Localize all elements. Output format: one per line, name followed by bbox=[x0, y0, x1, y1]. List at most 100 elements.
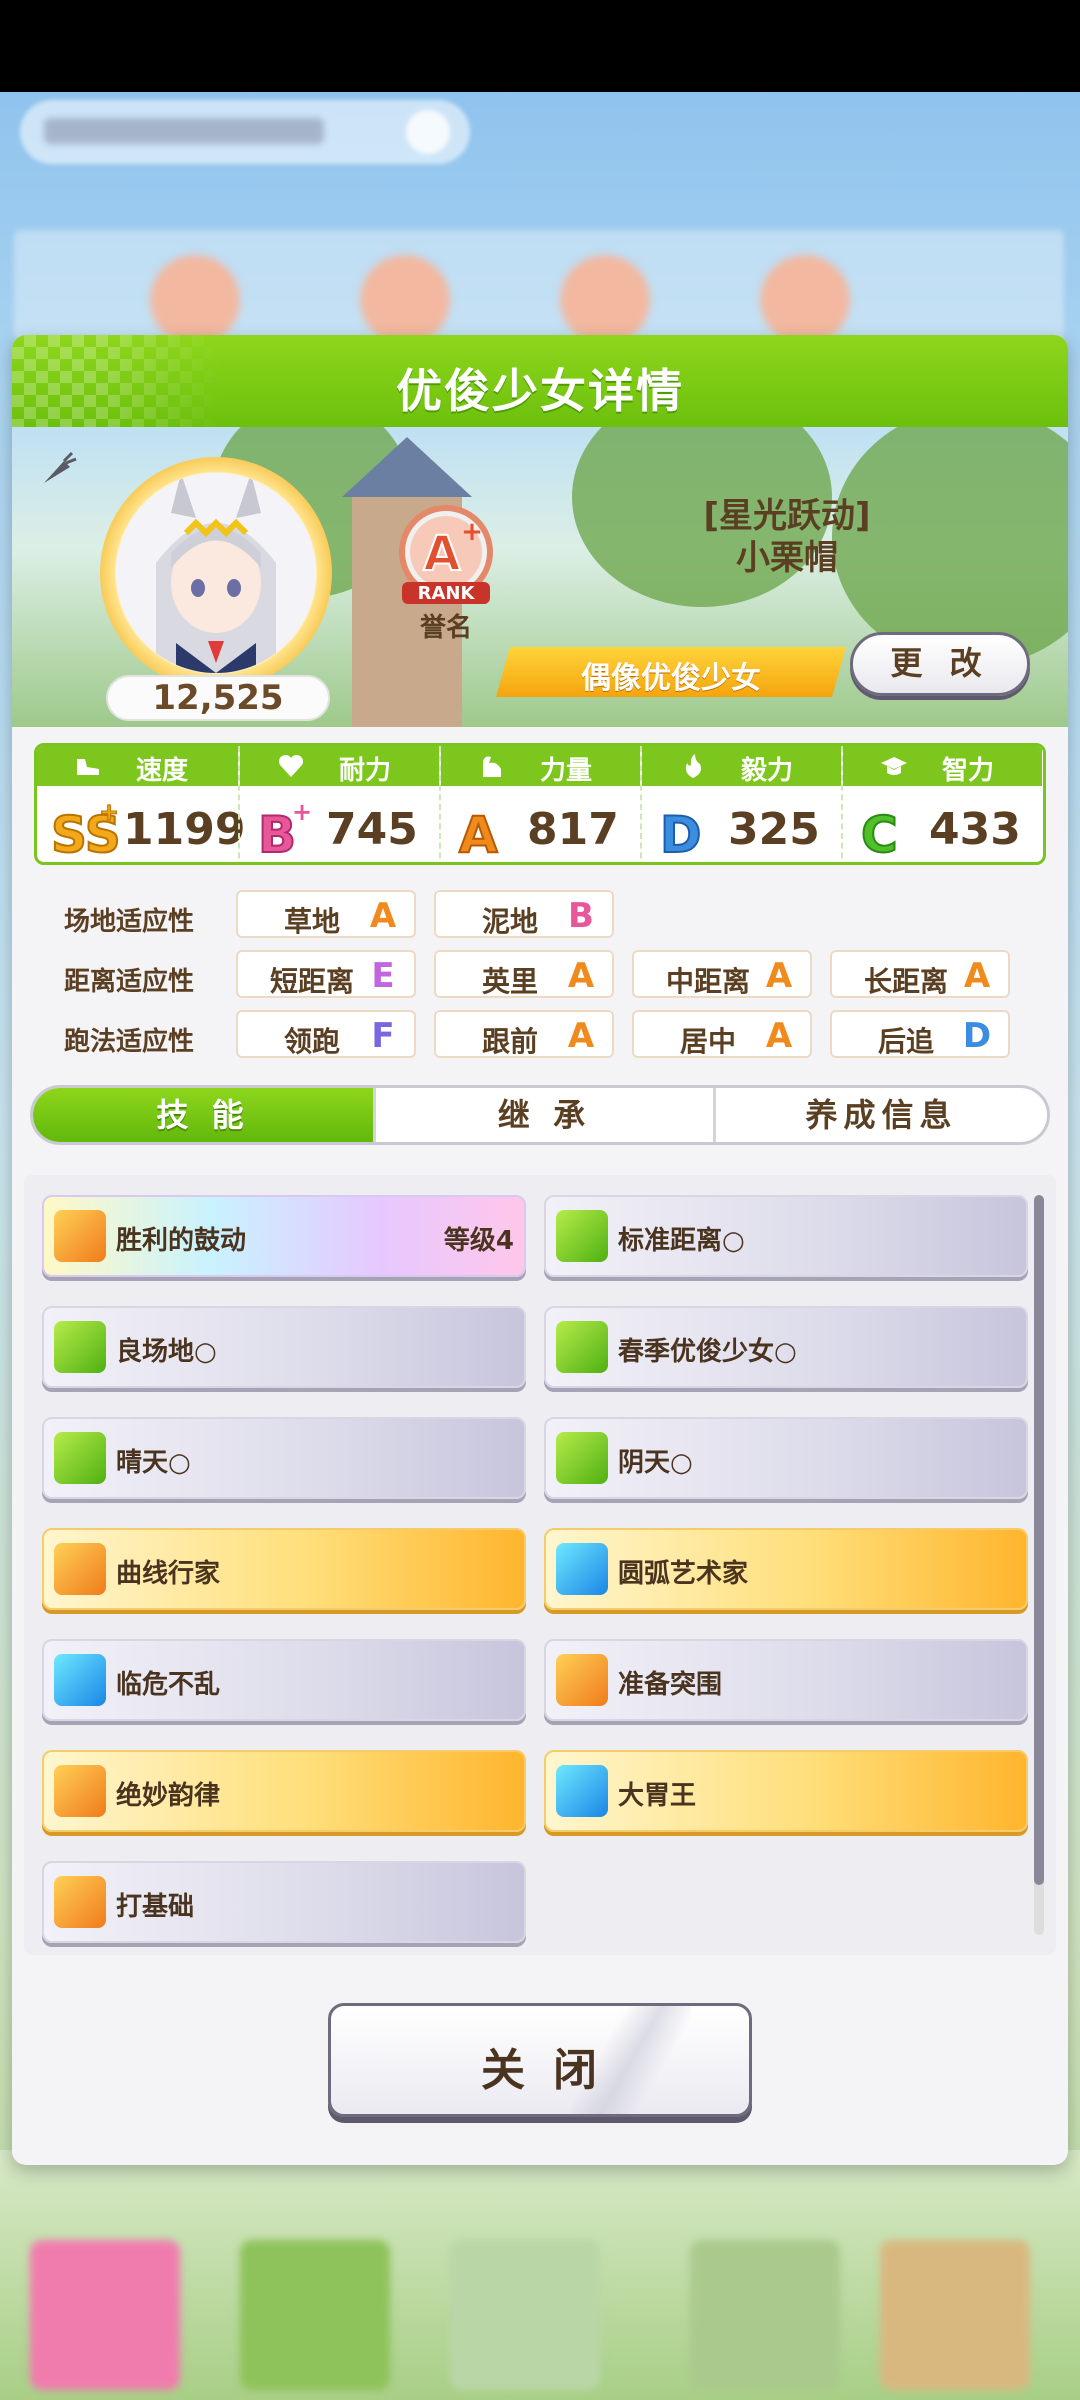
background-nav-item bbox=[450, 2240, 600, 2390]
skill-item[interactable]: 标准距离○ bbox=[544, 1195, 1028, 1277]
runner-icon bbox=[54, 1876, 106, 1928]
background-avatar bbox=[760, 255, 850, 345]
skill-item[interactable]: 胜利的鼓动 等级4 bbox=[42, 1195, 526, 1277]
skill-name: 良场地○ bbox=[116, 1337, 217, 1367]
skill-item[interactable]: 圆弧艺术家 bbox=[544, 1528, 1028, 1610]
sparkle-icon bbox=[556, 1543, 608, 1595]
graduation-cap-icon bbox=[881, 757, 907, 775]
skill-item[interactable]: 准备突围 bbox=[544, 1639, 1028, 1721]
tab-inheritance[interactable]: 继 承 bbox=[373, 1088, 713, 1142]
runner-icon bbox=[54, 1210, 106, 1262]
aptitude-pace-chaser: 跟前 A bbox=[434, 1010, 614, 1058]
skill-item[interactable]: 阴天○ bbox=[544, 1417, 1028, 1499]
aptitude-grade: D bbox=[962, 1016, 992, 1056]
grade-a-icon: A bbox=[458, 805, 499, 860]
aptitude-grade: B bbox=[568, 896, 594, 936]
background-nav-item bbox=[30, 2240, 180, 2390]
detail-tabs: 技 能 继 承 养成信息 bbox=[30, 1085, 1050, 1145]
aptitude-turf: 草地 A bbox=[236, 890, 416, 938]
close-button-label: 关闭 bbox=[481, 2045, 625, 2096]
stat-value: 817 bbox=[527, 804, 619, 855]
svg-text:D: D bbox=[660, 806, 702, 860]
close-button[interactable]: 关闭 bbox=[328, 2003, 752, 2117]
skill-item[interactable]: 绝妙韵律 bbox=[42, 1750, 526, 1832]
aptitude-grade: E bbox=[371, 956, 395, 996]
skill-name: 标准距离○ bbox=[618, 1226, 745, 1256]
skill-item[interactable]: 春季优俊少女○ bbox=[544, 1306, 1028, 1388]
skill-name: 准备突围 bbox=[618, 1670, 723, 1700]
skill-name: 曲线行家 bbox=[116, 1559, 221, 1589]
tab-skills[interactable]: 技 能 bbox=[33, 1088, 373, 1142]
skill-name: 阴天○ bbox=[618, 1448, 693, 1478]
character-avatar bbox=[100, 457, 332, 689]
runner-icon bbox=[54, 1543, 106, 1595]
skill-item[interactable]: 良场地○ bbox=[42, 1306, 526, 1388]
rank-grade-text: A bbox=[423, 526, 460, 582]
aptitude-grade: A bbox=[567, 1016, 595, 1056]
shoe-icon bbox=[77, 759, 99, 775]
skill-list-scrollbar[interactable] bbox=[1034, 1195, 1044, 1935]
muscle-icon bbox=[483, 756, 501, 777]
tab-training-info[interactable]: 养成信息 bbox=[713, 1088, 1047, 1142]
stat-value: 433 bbox=[929, 804, 1021, 855]
stat-power: 力量 A 817 bbox=[439, 746, 640, 862]
distance-aptitude-label: 距离适应性 bbox=[64, 967, 195, 997]
aptitude-name: 领跑 bbox=[283, 1025, 340, 1058]
skill-list: 胜利的鼓动 等级4 标准距离○ 良场地○ 春季优俊少女○ 晴天○ 阴天○ 曲线行… bbox=[24, 1175, 1056, 1955]
background-avatar bbox=[360, 255, 450, 345]
aptitude-dirt: 泥地 B bbox=[434, 890, 614, 938]
stat-wisdom: 智力 C 433 bbox=[841, 746, 1042, 862]
title-banner-text: 偶像优俊少女 bbox=[581, 661, 761, 696]
aptitude-medium: 中距离 A bbox=[632, 950, 812, 998]
aptitude-long: 长距离 A bbox=[830, 950, 1010, 998]
aptitude-name: 长距离 bbox=[863, 965, 948, 998]
stat-speed: 速度 SS + 1199 bbox=[37, 746, 245, 862]
skill-item[interactable]: 大胃王 bbox=[544, 1750, 1028, 1832]
flame-icon bbox=[685, 754, 702, 778]
svg-text:+: + bbox=[461, 517, 483, 547]
skill-name: 圆弧艺术家 bbox=[618, 1559, 749, 1589]
aptitude-grade: A bbox=[765, 1016, 793, 1056]
skill-item[interactable]: 临危不乱 bbox=[42, 1639, 526, 1721]
title-banner: 偶像优俊少女 bbox=[496, 647, 846, 697]
scrollbar-thumb[interactable] bbox=[1034, 1195, 1044, 1885]
aptitude-sprint: 短距离 E bbox=[236, 950, 416, 998]
svg-text:+: + bbox=[99, 798, 119, 826]
background-nav-item bbox=[880, 2240, 1030, 2390]
skill-item[interactable]: 晴天○ bbox=[42, 1417, 526, 1499]
track-aptitude-label: 场地适应性 bbox=[64, 907, 195, 937]
aptitude-grade: A bbox=[567, 956, 595, 996]
dialog-header: 优俊少女详情 bbox=[12, 335, 1068, 427]
character-name-block: [星光跃动] 小栗帽 bbox=[632, 495, 942, 579]
character-portrait bbox=[116, 473, 316, 673]
profile-hero: 12,525 A + RANK 誉名 [星光跃动] 小栗帽 偶像优俊少女 更 改 bbox=[12, 427, 1068, 727]
aptitude-late-surger: 居中 A bbox=[632, 1010, 812, 1058]
sparkle-icon bbox=[556, 1765, 608, 1817]
stat-label: 毅力 bbox=[740, 756, 793, 786]
skill-name: 晴天○ bbox=[116, 1448, 191, 1478]
umamusume-detail-dialog: 优俊少女详情 12,525 A + RANK 誉名 [星光跃动] 小栗帽 偶像优… bbox=[12, 335, 1068, 2165]
aptitude-grade: A bbox=[765, 956, 793, 996]
aptitude-name: 中距离 bbox=[665, 965, 750, 998]
change-title-button[interactable]: 更 改 bbox=[850, 632, 1030, 696]
skill-name: 打基础 bbox=[116, 1892, 195, 1922]
carrot-icon bbox=[44, 451, 77, 483]
stat-label: 力量 bbox=[539, 756, 592, 786]
skill-item[interactable]: 曲线行家 bbox=[42, 1528, 526, 1610]
svg-text:A: A bbox=[459, 806, 498, 860]
background-avatar bbox=[150, 255, 240, 345]
rank-badge: A + RANK bbox=[399, 505, 493, 604]
outfit-name: [星光跃动] bbox=[703, 496, 871, 536]
aptitude-grade: A bbox=[963, 956, 991, 996]
dialog-title: 优俊少女详情 bbox=[396, 364, 684, 418]
flame-icon bbox=[54, 1432, 106, 1484]
muscle-icon bbox=[54, 1321, 106, 1373]
stat-guts: 毅力 D 325 bbox=[640, 746, 841, 862]
runner-icon bbox=[556, 1654, 608, 1706]
aptitude-name: 草地 bbox=[283, 905, 340, 938]
stat-value: 1199 bbox=[123, 804, 246, 855]
skill-item[interactable]: 打基础 bbox=[42, 1861, 526, 1943]
skill-level: 等级4 bbox=[443, 1226, 514, 1256]
heart-icon bbox=[278, 754, 304, 777]
grade-ss-plus-icon: SS + bbox=[50, 798, 119, 860]
